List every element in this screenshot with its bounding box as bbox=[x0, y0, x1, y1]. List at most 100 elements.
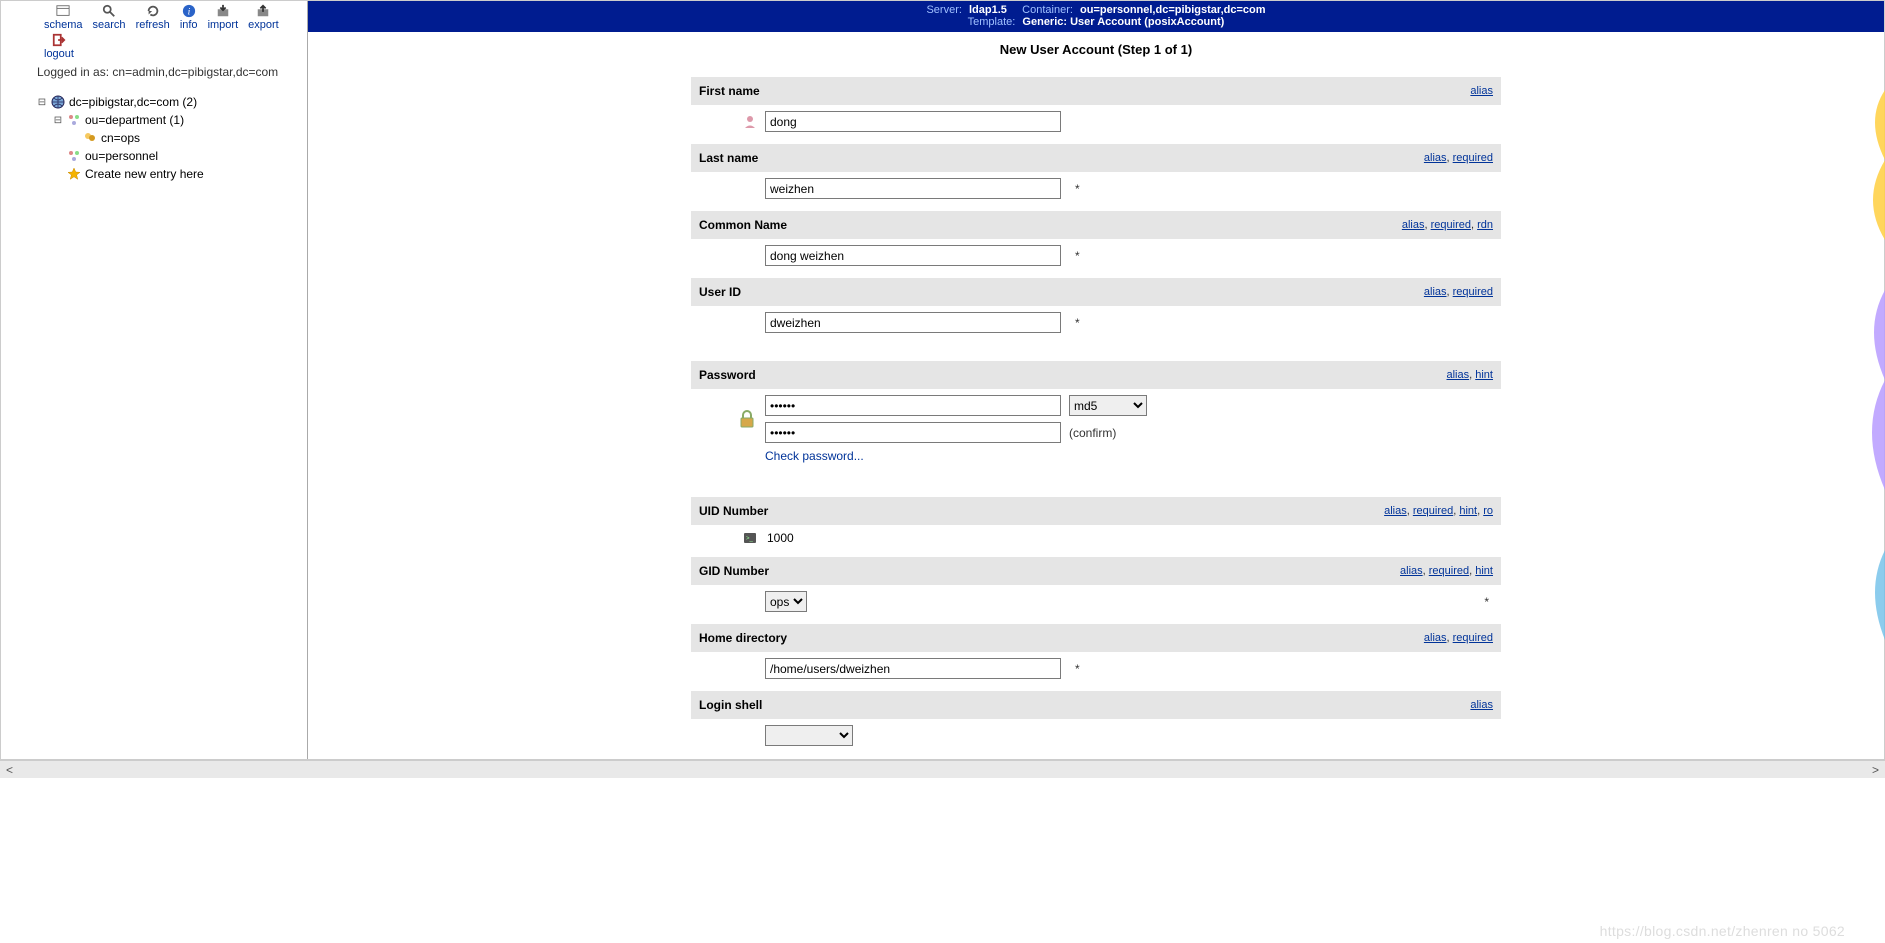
globe-icon bbox=[51, 95, 65, 109]
uid-number-value: 1000 bbox=[765, 531, 794, 545]
first-name-label: First name bbox=[699, 84, 760, 98]
required-mark: * bbox=[1075, 249, 1080, 263]
export-label: export bbox=[248, 19, 279, 31]
password-label: Password bbox=[699, 368, 756, 382]
tag-alias[interactable]: alias bbox=[1402, 219, 1425, 231]
tag-alias[interactable]: alias bbox=[1384, 505, 1407, 517]
uid-number-header: UID Number alias, required, hint, ro bbox=[691, 497, 1501, 525]
tag-alias[interactable]: alias bbox=[1447, 369, 1470, 381]
common-name-header: Common Name alias, required, rdn bbox=[691, 211, 1501, 239]
logout-icon bbox=[51, 33, 67, 47]
uid-number-label: UID Number bbox=[699, 504, 768, 518]
form-wrap: New User Account (Step 1 of 1) First nam… bbox=[691, 42, 1501, 759]
login-shell-header: Login shell alias bbox=[691, 691, 1501, 719]
last-name-input[interactable] bbox=[765, 178, 1061, 199]
gid-number-header: GID Number alias, required, hint bbox=[691, 557, 1501, 585]
tree-department[interactable]: ⊟ ou=department (1) bbox=[53, 111, 301, 129]
tag-rdn[interactable]: rdn bbox=[1477, 219, 1493, 231]
org-unit-icon bbox=[67, 113, 81, 127]
server-label: Server: bbox=[926, 4, 961, 16]
tag-required[interactable]: required bbox=[1453, 152, 1493, 164]
refresh-icon bbox=[145, 4, 161, 18]
form-title: New User Account (Step 1 of 1) bbox=[691, 42, 1501, 57]
group-icon bbox=[83, 131, 97, 145]
export-button[interactable]: export bbox=[243, 3, 284, 32]
common-name-input[interactable] bbox=[765, 245, 1061, 266]
org-unit-icon bbox=[67, 149, 81, 163]
import-label: import bbox=[208, 19, 239, 31]
tree-create-label: Create new entry here bbox=[85, 167, 204, 181]
svg-text:i: i bbox=[187, 7, 190, 18]
header-bar: Server: ldap1.5 Container: ou=personnel,… bbox=[308, 1, 1884, 32]
tag-alias[interactable]: alias bbox=[1400, 565, 1423, 577]
collapse-icon[interactable]: ⊟ bbox=[37, 97, 47, 108]
tag-hint[interactable]: hint bbox=[1475, 369, 1493, 381]
tag-hint[interactable]: hint bbox=[1475, 565, 1493, 577]
user-id-label: User ID bbox=[699, 285, 741, 299]
password-hash-select[interactable]: md5 bbox=[1069, 395, 1147, 416]
schema-label: schema bbox=[44, 19, 83, 31]
tag-alias[interactable]: alias bbox=[1424, 152, 1447, 164]
tree-create-new[interactable]: Create new entry here bbox=[53, 165, 301, 183]
logged-in-prefix: Logged in as: bbox=[37, 65, 112, 79]
toolbar: schema search refresh i info import expo… bbox=[7, 3, 301, 61]
gid-select[interactable]: ops bbox=[765, 591, 807, 612]
sidebar: schema search refresh i info import expo… bbox=[1, 1, 308, 759]
home-dir-input[interactable] bbox=[765, 658, 1061, 679]
password-confirm-input[interactable] bbox=[765, 422, 1061, 443]
info-button[interactable]: i info bbox=[175, 3, 203, 32]
horizontal-scrollbar[interactable]: < > bbox=[0, 760, 1885, 778]
scroll-right-icon[interactable]: > bbox=[1872, 763, 1879, 777]
tag-required[interactable]: required bbox=[1431, 219, 1471, 231]
person-icon bbox=[743, 115, 757, 129]
user-id-input[interactable] bbox=[765, 312, 1061, 333]
terminal-icon: >_ bbox=[743, 531, 757, 545]
scroll-left-icon[interactable]: < bbox=[6, 763, 13, 777]
tag-alias[interactable]: alias bbox=[1424, 286, 1447, 298]
required-mark: * bbox=[1075, 316, 1080, 330]
tag-alias[interactable]: alias bbox=[1470, 85, 1493, 97]
watermark: https://blog.csdn.net/zhenren no 5062 bbox=[1600, 923, 1845, 939]
tag-required[interactable]: required bbox=[1453, 632, 1493, 644]
tree-ops[interactable]: cn=ops bbox=[69, 129, 301, 147]
gid-number-label: GID Number bbox=[699, 564, 769, 578]
tag-ro[interactable]: ro bbox=[1483, 505, 1493, 517]
logout-label: logout bbox=[44, 48, 74, 60]
tag-required[interactable]: required bbox=[1413, 505, 1453, 517]
home-dir-header: Home directory alias, required bbox=[691, 624, 1501, 652]
required-mark: * bbox=[1075, 662, 1080, 676]
container-label: Container: bbox=[1022, 4, 1073, 16]
tree-ops-label: cn=ops bbox=[101, 131, 140, 145]
password-header: Password alias, hint bbox=[691, 361, 1501, 389]
server-value: ldap1.5 bbox=[969, 4, 1007, 16]
tree-personnel[interactable]: ou=personnel bbox=[53, 147, 301, 165]
search-button[interactable]: search bbox=[88, 3, 131, 32]
logout-button[interactable]: logout bbox=[39, 32, 79, 61]
import-button[interactable]: import bbox=[203, 3, 244, 32]
first-name-header: First name alias bbox=[691, 77, 1501, 105]
first-name-input[interactable] bbox=[765, 111, 1061, 132]
logged-in-user: cn=admin,dc=pibigstar,dc=com bbox=[112, 65, 278, 79]
tag-alias[interactable]: alias bbox=[1470, 699, 1493, 711]
confirm-label: (confirm) bbox=[1069, 426, 1116, 440]
refresh-button[interactable]: refresh bbox=[131, 3, 175, 32]
password-input[interactable] bbox=[765, 395, 1061, 416]
lock-icon bbox=[737, 409, 757, 429]
last-name-label: Last name bbox=[699, 151, 758, 165]
search-label: search bbox=[93, 19, 126, 31]
tree-personnel-label: ou=personnel bbox=[85, 149, 158, 163]
login-shell-select[interactable] bbox=[765, 725, 853, 746]
collapse-icon[interactable]: ⊟ bbox=[53, 115, 63, 126]
main-content: Server: ldap1.5 Container: ou=personnel,… bbox=[308, 1, 1884, 759]
tag-required[interactable]: required bbox=[1453, 286, 1493, 298]
check-password-link[interactable]: Check password... bbox=[765, 449, 864, 463]
svg-text:>_: >_ bbox=[746, 536, 754, 542]
info-label: info bbox=[180, 19, 198, 31]
tag-alias[interactable]: alias bbox=[1424, 632, 1447, 644]
tag-required[interactable]: required bbox=[1429, 565, 1469, 577]
export-icon bbox=[255, 4, 271, 18]
schema-button[interactable]: schema bbox=[39, 3, 88, 32]
tag-hint[interactable]: hint bbox=[1459, 505, 1477, 517]
info-icon: i bbox=[181, 4, 197, 18]
tree-root[interactable]: ⊟ dc=pibigstar,dc=com (2) bbox=[37, 93, 301, 111]
